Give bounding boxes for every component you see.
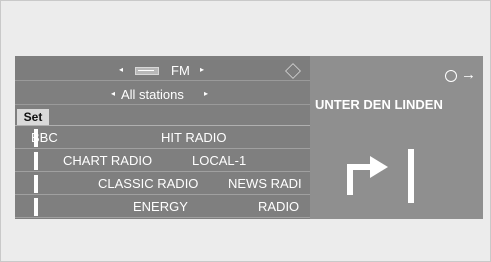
- band-label: FM: [171, 63, 190, 78]
- selection-indicator: [34, 175, 38, 193]
- station-name[interactable]: CLASSIC RADIO: [98, 176, 198, 191]
- station-row[interactable]: ENERGY RADIO: [15, 197, 310, 218]
- prev-filter-arrow-icon[interactable]: ◂: [111, 89, 115, 98]
- prev-source-arrow-icon[interactable]: ◂: [119, 65, 123, 74]
- station-row[interactable]: BBC HIT RADIO: [15, 128, 310, 149]
- filter-row[interactable]: ◂ All stations ▸: [15, 84, 310, 105]
- turn-right-icon: [347, 156, 388, 195]
- station-name[interactable]: NEWS RADI: [228, 176, 302, 191]
- selection-indicator: [34, 198, 38, 216]
- station-name[interactable]: LOCAL-1: [192, 153, 246, 168]
- station-name[interactable]: HIT RADIO: [161, 130, 227, 145]
- station-name[interactable]: CHART RADIO: [63, 153, 152, 168]
- nav-direction-icon: [285, 63, 301, 79]
- station-row[interactable]: CHART RADIO LOCAL-1: [15, 151, 310, 172]
- station-row[interactable]: CLASSIC RADIO NEWS RADI: [15, 174, 310, 195]
- station-name[interactable]: ENERGY: [133, 199, 188, 214]
- station-list: BBC HIT RADIO CHART RADIO LOCAL-1 CLASSI…: [15, 128, 310, 219]
- lane-bar: [408, 149, 414, 203]
- station-name[interactable]: BBC: [31, 130, 58, 145]
- radio-panel: ◂ FM ▸ ◂ All stations ▸ Set BBC HIT RADI…: [15, 56, 310, 219]
- set-button[interactable]: Set: [17, 109, 49, 125]
- source-row[interactable]: ◂ FM ▸: [15, 60, 310, 81]
- clock-icon: [445, 70, 457, 82]
- frame: ◂ FM ▸ ◂ All stations ▸ Set BBC HIT RADI…: [0, 0, 491, 262]
- radio-device-icon: [135, 67, 159, 75]
- station-name[interactable]: RADIO: [258, 199, 299, 214]
- display-screen: ◂ FM ▸ ◂ All stations ▸ Set BBC HIT RADI…: [15, 56, 483, 219]
- selection-indicator: [34, 152, 38, 170]
- next-source-arrow-icon[interactable]: ▸: [200, 65, 204, 74]
- navigation-panel: → UNTER DEN LINDEN: [310, 56, 483, 219]
- set-row: Set: [15, 109, 310, 126]
- next-filter-arrow-icon[interactable]: ▸: [204, 89, 208, 98]
- street-name: UNTER DEN LINDEN: [315, 97, 443, 112]
- station-filter-label: All stations: [121, 87, 184, 102]
- arrow-right-icon: →: [461, 66, 476, 83]
